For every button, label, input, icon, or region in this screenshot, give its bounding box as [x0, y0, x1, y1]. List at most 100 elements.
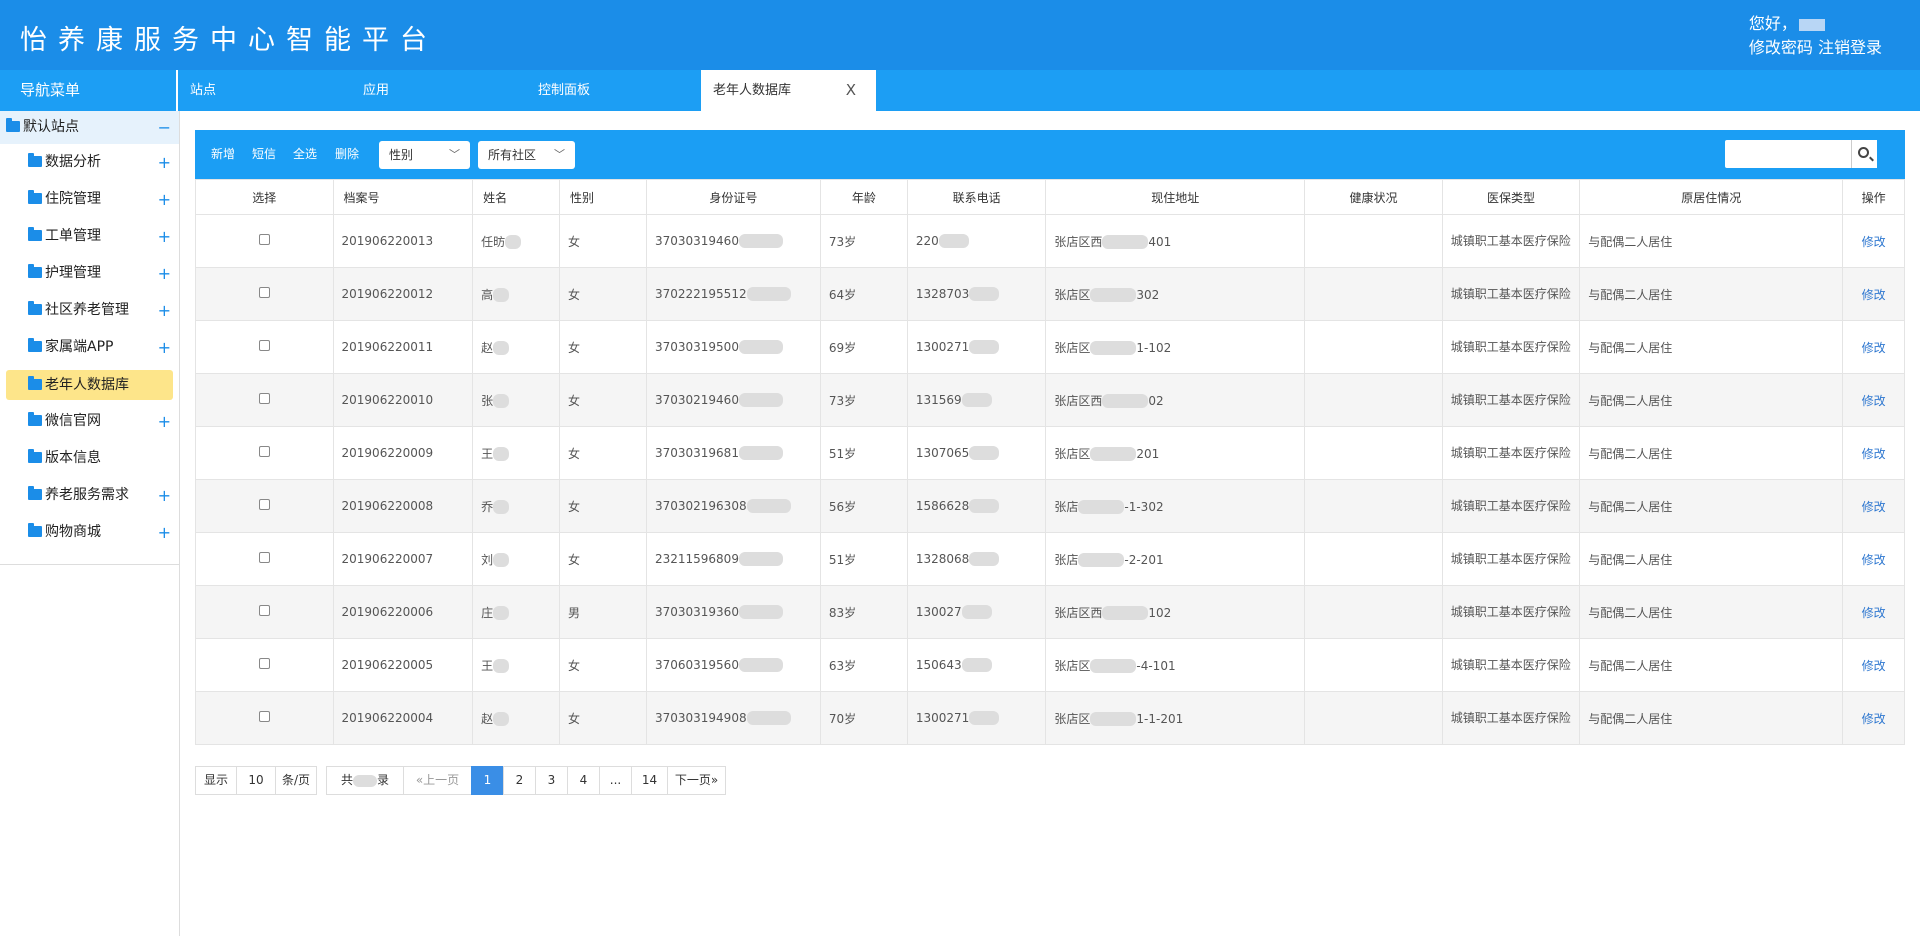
masked-text [493, 394, 510, 408]
row-checkbox[interactable] [258, 658, 270, 669]
sidebar-item-work-orders[interactable]: 工单管理 + [0, 218, 179, 255]
edit-link[interactable]: 修改 [1842, 214, 1905, 268]
next-page-button[interactable]: 下一页» [667, 766, 726, 795]
health-cell [1304, 691, 1443, 745]
main-panel: 新增 短信 全选 删除 性别 ﹀ 所有社区 ﹀ 选择 档案号 姓名 性别 身份证… [195, 130, 1905, 745]
row-checkbox[interactable] [258, 605, 270, 616]
tab-control-panel[interactable]: 控制面板 [538, 70, 590, 111]
expand-icon[interactable]: + [158, 218, 171, 255]
name-cell: 赵 [472, 320, 561, 374]
name-cell: 张 [472, 373, 561, 427]
row-checkbox[interactable] [258, 340, 270, 351]
expand-icon[interactable]: + [158, 403, 171, 440]
sidebar-item-shop[interactable]: 购物商城 + [0, 514, 179, 551]
page-size-input[interactable]: 10 [236, 766, 276, 795]
logout-link[interactable]: 注销登录 [1818, 38, 1882, 57]
folder-icon [28, 338, 42, 352]
id-number-cell: 37030319500 [645, 320, 821, 374]
sidebar-item-data-analysis[interactable]: 数据分析 + [0, 144, 179, 181]
sidebar-item-hospitalization[interactable]: 住院管理 + [0, 181, 179, 218]
table-row[interactable]: 201906220006 庄 男 37030319360 83岁 130027 张店区西 10… [195, 585, 1905, 639]
page-4-button[interactable]: 4 [567, 766, 600, 795]
change-password-link[interactable]: 修改密码 [1749, 38, 1813, 57]
table-row[interactable]: 201906220008 乔 女 370302196308 56岁 1586628 张店 -1… [195, 479, 1905, 533]
edit-link[interactable]: 修改 [1842, 585, 1905, 639]
edit-link[interactable]: 修改 [1842, 373, 1905, 427]
table-row[interactable]: 201906220009 王 女 37030319681 51岁 1307065 张店区 20… [195, 426, 1905, 480]
sidebar-item-care-demand[interactable]: 养老服务需求 + [0, 477, 179, 514]
health-cell [1304, 267, 1443, 321]
expand-icon[interactable]: + [158, 292, 171, 329]
row-checkbox[interactable] [258, 499, 270, 510]
phone-text: 1307065 [915, 445, 970, 460]
expand-icon[interactable]: + [158, 255, 171, 292]
table-row[interactable]: 201906220011 赵 女 37030319500 69岁 1300271 张店区 1-… [195, 320, 1905, 374]
search-input[interactable] [1725, 140, 1857, 168]
name-text: 赵 [481, 711, 494, 726]
folder-icon [28, 376, 42, 390]
edit-link[interactable]: 修改 [1842, 320, 1905, 374]
sidebar-item-wechat-site[interactable]: 微信官网 + [0, 403, 179, 440]
phone-cell: 1586628 [906, 479, 1047, 533]
sidebar-item-family-app[interactable]: 家属端APP + [0, 329, 179, 366]
col-action: 操作 [1842, 179, 1905, 215]
sidebar-root-default-site[interactable]: 默认站点 − [0, 111, 179, 144]
tab-apps[interactable]: 应用 [363, 70, 389, 111]
expand-icon[interactable]: + [158, 181, 171, 218]
table-row[interactable]: 201906220007 刘 女 23211596809 51岁 1328068 张店 -2-… [195, 532, 1905, 586]
row-checkbox[interactable] [258, 287, 270, 298]
expand-icon[interactable]: + [158, 477, 171, 514]
tab-elderly-database[interactable]: 老年人数据库 X [701, 70, 876, 111]
page-14-button[interactable]: 14 [631, 766, 668, 795]
prev-page-button[interactable]: «上一页 [403, 766, 472, 795]
sidebar-item-elderly-database[interactable]: 老年人数据库 [6, 370, 173, 400]
search-button[interactable] [1851, 140, 1877, 168]
row-checkbox[interactable] [258, 446, 270, 457]
greeting: 您好， [1748, 14, 1797, 33]
page-3-button[interactable]: 3 [535, 766, 568, 795]
row-checkbox[interactable] [258, 711, 270, 722]
table-row[interactable]: 201906220005 王 女 37060319560 63岁 150643 张店区 -4-… [195, 638, 1905, 692]
page-1-button[interactable]: 1 [471, 766, 504, 795]
phone-text: 1300271 [915, 339, 970, 354]
living-cell: 与配偶二人居住 [1579, 320, 1844, 374]
row-checkbox[interactable] [258, 393, 270, 404]
expand-icon[interactable]: + [158, 514, 171, 551]
sms-button[interactable]: 短信 [252, 130, 276, 179]
gender-select[interactable]: 性别 ﹀ [379, 141, 470, 169]
select-all-button[interactable]: 全选 [293, 130, 317, 179]
row-checkbox[interactable] [258, 234, 270, 245]
sidebar-item-community-care[interactable]: 社区养老管理 + [0, 292, 179, 329]
community-select[interactable]: 所有社区 ﹀ [478, 141, 575, 169]
close-tab-icon[interactable]: X [846, 70, 856, 111]
address-text: 张店区 [1054, 446, 1091, 461]
table-row[interactable]: 201906220013 任昉 女 37030319460 73岁 220 张店区西 401 城… [195, 214, 1905, 268]
id-number-cell: 23211596809 [645, 532, 821, 586]
sidebar-item-label: 养老服务需求 [45, 487, 129, 503]
table-row[interactable]: 201906220012 高 女 370222195512 64岁 1328703 张店区 3… [195, 267, 1905, 321]
id-number-text: 370302196308 [654, 498, 747, 513]
edit-link[interactable]: 修改 [1842, 532, 1905, 586]
age-cell: 69岁 [819, 320, 908, 374]
table-row[interactable]: 201906220010 张 女 37030219460 73岁 131569 张店区西 02… [195, 373, 1905, 427]
edit-link[interactable]: 修改 [1842, 267, 1905, 321]
expand-icon[interactable]: + [158, 329, 171, 366]
address-end-text: 02 [1148, 393, 1164, 408]
edit-link[interactable]: 修改 [1842, 638, 1905, 692]
row-checkbox[interactable] [258, 552, 270, 563]
tab-site[interactable]: 站点 [190, 70, 216, 111]
expand-icon[interactable]: + [158, 144, 171, 181]
address-cell: 张店区 302 [1045, 267, 1306, 321]
add-button[interactable]: 新增 [211, 130, 235, 179]
masked-text [738, 340, 783, 355]
edit-link[interactable]: 修改 [1842, 479, 1905, 533]
delete-button[interactable]: 删除 [335, 130, 359, 179]
sidebar-item-nursing[interactable]: 护理管理 + [0, 255, 179, 292]
sidebar-item-version-info[interactable]: 版本信息 [0, 440, 179, 477]
sidebar-item-label: 工单管理 [45, 228, 101, 244]
page-2-button[interactable]: 2 [503, 766, 536, 795]
edit-link[interactable]: 修改 [1842, 691, 1905, 745]
edit-link[interactable]: 修改 [1842, 426, 1905, 480]
table-row[interactable]: 201906220004 赵 女 370303194908 70岁 1300271 张店区 1… [195, 691, 1905, 745]
collapse-icon[interactable]: − [158, 111, 171, 144]
